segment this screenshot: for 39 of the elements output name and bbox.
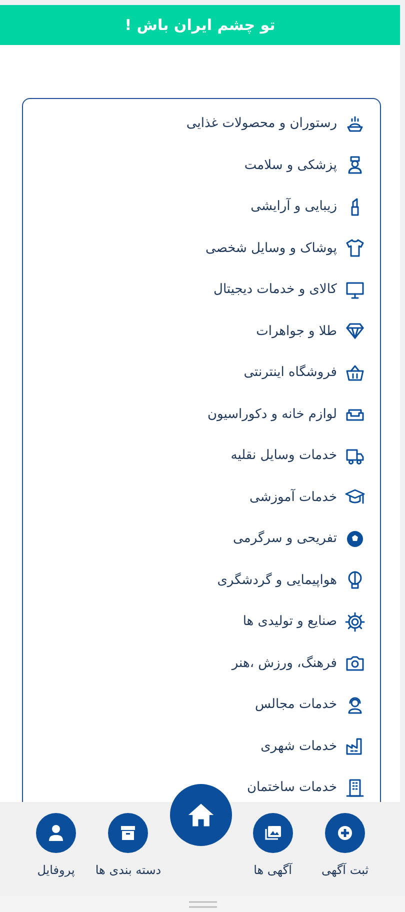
category-item[interactable]: لوازم خانه و دکوراسیون <box>23 394 380 435</box>
food-bowl-icon <box>345 114 365 134</box>
category-item[interactable]: خدمات ساختمان <box>23 767 380 802</box>
category-item[interactable]: خدمات شهری <box>23 726 380 767</box>
diamond-icon <box>345 321 365 342</box>
handle-icon[interactable] <box>188 900 216 908</box>
shirt-icon <box>345 238 365 258</box>
category-item[interactable]: فرهنگ، ورزش ،هنر <box>23 642 380 684</box>
images-icon <box>262 823 283 843</box>
category-item[interactable]: پوشاک و وسایل شخصی <box>23 228 380 269</box>
category-item[interactable]: هواپیمایی و گردشگری <box>23 560 380 601</box>
category-item[interactable]: زیبایی و آرایشی <box>23 186 380 228</box>
nav-tab[interactable]: آگهی ها <box>242 813 304 877</box>
nav-tab[interactable]: ثبت آگهی <box>314 813 376 877</box>
nav-tab[interactable]: دسته بندی ها <box>97 813 160 877</box>
category-item[interactable]: خدمات وسایل نقلیه <box>23 435 380 476</box>
category-item[interactable]: کالای و خدمات دیجیتال <box>23 269 380 310</box>
header-title: تو چشم ایران باش ! <box>124 16 276 34</box>
nav-label: پروفایل <box>37 863 75 877</box>
category-item[interactable]: پزشکی و سلامت <box>23 144 380 186</box>
building-icon <box>345 778 365 798</box>
ball-icon <box>345 528 365 549</box>
nav-label: آگهی ها <box>254 863 292 877</box>
person-icon <box>46 823 66 843</box>
category-item[interactable]: خدمات آموزشی <box>23 476 380 518</box>
nav-label: ثبت آگهی <box>321 863 369 877</box>
category-item[interactable]: تفریحی و سرگرمی <box>23 518 380 560</box>
category-item[interactable]: خدمات مجالس <box>23 684 380 726</box>
monitor-icon <box>345 280 365 300</box>
house-icon <box>186 801 214 829</box>
nav-label: دسته بندی ها <box>95 863 162 877</box>
factory-icon <box>345 736 365 756</box>
category-item[interactable]: طلا و جواهرات <box>23 310 380 352</box>
category-item[interactable]: صنایع و تولیدی ها <box>23 601 380 642</box>
nav-tab[interactable]: پروفایل <box>25 813 87 877</box>
category-item[interactable]: رستوران و محصولات غذایی <box>23 103 380 144</box>
category-item[interactable]: فروشگاه اینترنتی <box>23 352 380 394</box>
plus-icon <box>335 823 355 843</box>
basket-icon <box>345 362 365 383</box>
